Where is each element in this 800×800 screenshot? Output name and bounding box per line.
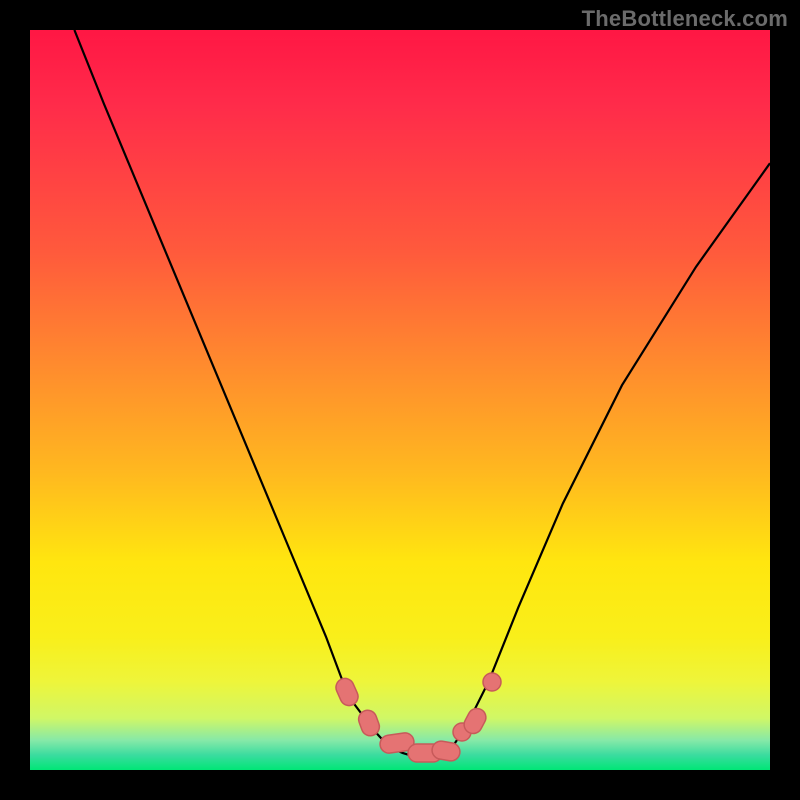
curve-marker — [483, 673, 501, 691]
curve-path — [74, 30, 770, 755]
plot-area — [30, 30, 770, 770]
chart-container: TheBottleneck.com — [0, 0, 800, 800]
chart-svg — [30, 30, 770, 770]
marker-group — [333, 673, 501, 762]
watermark-text: TheBottleneck.com — [582, 6, 788, 32]
curve-marker — [333, 676, 361, 709]
